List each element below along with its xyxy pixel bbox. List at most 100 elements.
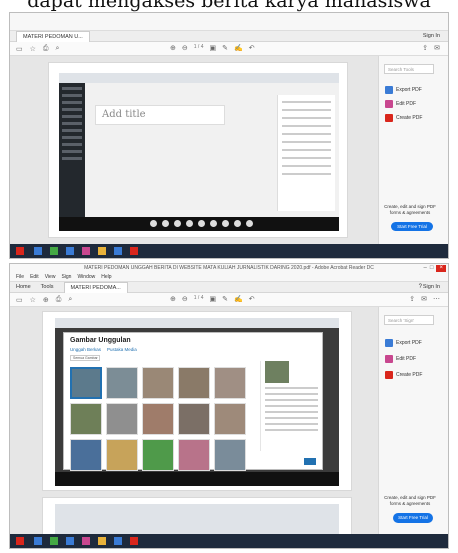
- print-icon[interactable]: ⎙: [43, 45, 49, 53]
- media-thumb[interactable]: [214, 403, 246, 435]
- menu-edit[interactable]: Edit: [30, 273, 39, 281]
- undo-icon[interactable]: ↶: [249, 295, 255, 303]
- tab-media-library[interactable]: Pustaka Media: [107, 347, 137, 352]
- media-thumb[interactable]: [214, 367, 246, 399]
- menu-help[interactable]: Help: [101, 273, 111, 281]
- maximize-icon[interactable]: □: [430, 265, 434, 272]
- tab-row: Home Tools MATERI PEDOMA... ? Sign In: [10, 281, 448, 293]
- page-number[interactable]: 1 / 4: [194, 44, 204, 52]
- tab-document[interactable]: MATERI PEDOMAN U...: [16, 31, 90, 42]
- search-tools-input[interactable]: Search Tools: [384, 64, 434, 74]
- sign-in-link[interactable]: Sign In: [423, 284, 440, 290]
- pen-icon[interactable]: ✎: [222, 295, 228, 303]
- media-thumb[interactable]: [178, 439, 210, 471]
- start-icon[interactable]: [16, 247, 24, 255]
- tab-document[interactable]: MATERI PEDOMA...: [63, 282, 128, 293]
- media-filter-select[interactable]: Semua Gambar: [70, 355, 100, 361]
- tool-export-pdf[interactable]: Export PDF: [385, 86, 422, 94]
- bookmark-icon[interactable]: ☆: [30, 296, 36, 304]
- set-featured-button[interactable]: [304, 458, 316, 465]
- media-thumb[interactable]: [178, 367, 210, 399]
- media-grid: [70, 367, 250, 471]
- explorer-icon[interactable]: [34, 537, 42, 545]
- create-icon[interactable]: ▭: [16, 296, 23, 304]
- menu-sign[interactable]: Sign: [61, 273, 71, 281]
- close-icon[interactable]: ×: [436, 265, 446, 272]
- media-thumb[interactable]: [70, 439, 102, 471]
- wp-sidebar: [59, 83, 85, 217]
- tool-edit-pdf[interactable]: Edit PDF: [385, 355, 416, 363]
- mail-icon[interactable]: ✉: [421, 295, 427, 303]
- mail-app-icon[interactable]: [66, 537, 74, 545]
- menu-view[interactable]: View: [45, 273, 56, 281]
- tab-home[interactable]: Home: [16, 284, 31, 290]
- media-icon[interactable]: [82, 537, 90, 545]
- word-icon[interactable]: [114, 247, 122, 255]
- search-icon[interactable]: ⌕: [56, 45, 60, 53]
- media-thumb[interactable]: [178, 403, 210, 435]
- tool-edit-pdf[interactable]: Edit PDF: [385, 100, 416, 108]
- page-number[interactable]: 1 / 4: [194, 295, 204, 303]
- media-thumb[interactable]: [70, 403, 102, 435]
- mail-app-icon[interactable]: [66, 247, 74, 255]
- sign-icon[interactable]: ✍: [234, 295, 243, 303]
- tools-pane: Search 'Sign' Export PDF Edit PDF Create…: [378, 307, 448, 536]
- page-down-icon[interactable]: ⊖: [182, 44, 188, 52]
- page-up-icon[interactable]: ⊕: [170, 295, 176, 303]
- select-icon[interactable]: ▣: [209, 44, 216, 52]
- search-icon[interactable]: ⌕: [68, 296, 72, 304]
- acrobat-icon[interactable]: [130, 247, 138, 255]
- search-tools-input[interactable]: Search 'Sign': [384, 315, 434, 325]
- media-thumb[interactable]: [214, 439, 246, 471]
- word-icon[interactable]: [114, 537, 122, 545]
- bookmark-icon[interactable]: ☆: [30, 45, 36, 53]
- media-thumb[interactable]: [70, 367, 102, 399]
- undo-icon[interactable]: ↶: [249, 44, 255, 52]
- media-thumb[interactable]: [106, 403, 138, 435]
- help-icon[interactable]: ?: [419, 284, 422, 290]
- select-icon[interactable]: ▣: [209, 295, 216, 303]
- explorer-icon[interactable]: [34, 247, 42, 255]
- tool-create-pdf[interactable]: Create PDF: [385, 114, 422, 122]
- media-thumb[interactable]: [142, 367, 174, 399]
- page-down-icon[interactable]: ⊖: [182, 295, 188, 303]
- start-icon[interactable]: [16, 537, 24, 545]
- app-icon[interactable]: [50, 537, 58, 545]
- media-thumb[interactable]: [106, 439, 138, 471]
- tool-create-pdf[interactable]: Create PDF: [385, 371, 422, 379]
- tool-export-pdf[interactable]: Export PDF: [385, 339, 422, 347]
- print-icon[interactable]: ⎙: [56, 296, 62, 304]
- upload-icon[interactable]: ⊕: [43, 296, 49, 304]
- chrome-icon[interactable]: [98, 537, 106, 545]
- chrome-icon[interactable]: [98, 247, 106, 255]
- media-thumb[interactable]: [142, 403, 174, 435]
- sign-icon[interactable]: ✍: [234, 44, 243, 52]
- window-controls: – □ ×: [424, 265, 446, 272]
- menu-file[interactable]: File: [16, 273, 24, 281]
- media-thumb[interactable]: [142, 439, 174, 471]
- share-icon[interactable]: ⇪: [422, 44, 428, 52]
- create-pdf-icon: [385, 114, 393, 122]
- more-icon[interactable]: ⋯: [433, 295, 440, 303]
- mail-icon[interactable]: ✉: [434, 44, 440, 52]
- pen-icon[interactable]: ✎: [222, 44, 228, 52]
- media-thumb[interactable]: [106, 367, 138, 399]
- page-up-icon[interactable]: ⊕: [170, 44, 176, 52]
- media-icon[interactable]: [82, 247, 90, 255]
- create-icon[interactable]: ▭: [16, 45, 23, 53]
- minimize-icon[interactable]: –: [424, 265, 427, 272]
- document-area[interactable]: Add title: [10, 56, 378, 245]
- menu-window[interactable]: Window: [77, 273, 95, 281]
- embedded-screenshot: Add title: [59, 73, 339, 231]
- title-bar: MATERI PEDOMAN UNGGAH BERITA DI WEBSITE …: [10, 264, 448, 273]
- tab-upload[interactable]: Unggah Berkas: [70, 347, 101, 352]
- document-area[interactable]: Gambar Unggulan Unggah Berkas Pustaka Me…: [10, 307, 378, 537]
- start-free-trial-button[interactable]: Start Free Trial: [393, 513, 433, 523]
- acrobat-icon[interactable]: [130, 537, 138, 545]
- app-icon[interactable]: [50, 247, 58, 255]
- start-free-trial-button[interactable]: Start Free Trial: [391, 222, 433, 231]
- tab-tools[interactable]: Tools: [41, 284, 54, 290]
- add-title-field: Add title: [95, 105, 225, 125]
- sign-in-link[interactable]: Sign In: [423, 33, 440, 39]
- share-icon[interactable]: ⇪: [409, 295, 415, 303]
